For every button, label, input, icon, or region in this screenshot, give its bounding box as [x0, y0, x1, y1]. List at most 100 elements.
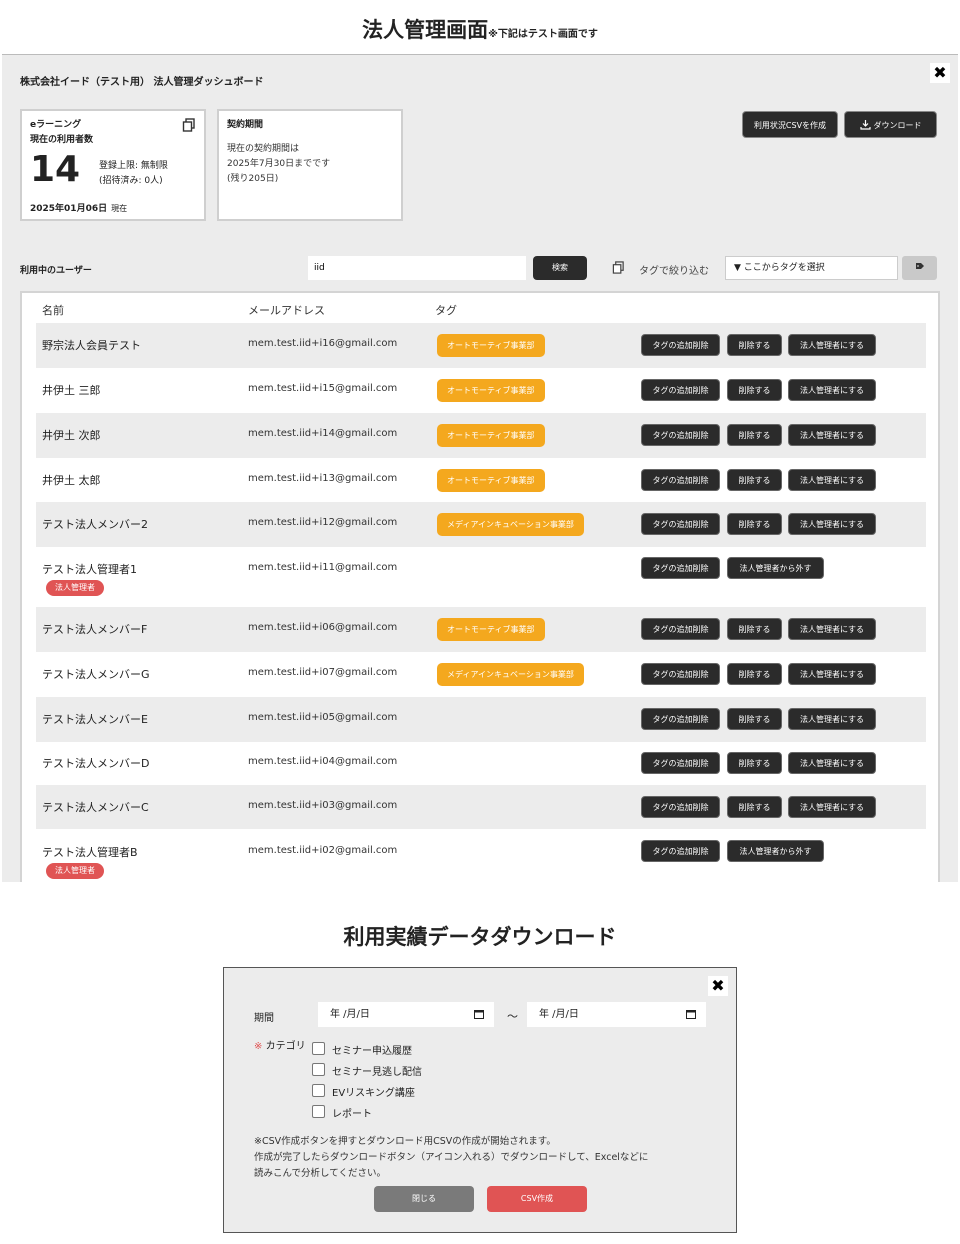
- page-header: 法人管理画面※下記はテスト画面です: [0, 14, 960, 44]
- close-icon[interactable]: ✖: [930, 63, 950, 83]
- tag-edit-button[interactable]: タグの追加削除: [641, 752, 720, 774]
- download-label: ダウンロード: [873, 121, 922, 130]
- make-admin-button[interactable]: 法人管理者にする: [788, 708, 876, 730]
- delete-button[interactable]: 削除する: [727, 663, 782, 685]
- tag-edit-button[interactable]: タグの追加削除: [641, 663, 720, 685]
- table-row: テスト法人メンバーD mem.test.iid+i04@gmail.com タグの追…: [36, 741, 926, 785]
- make-admin-button[interactable]: 法人管理者にする: [788, 379, 876, 401]
- table-header: 名前 メールアドレス タグ: [22, 293, 938, 323]
- tag-edit-button[interactable]: タグの追加削除: [641, 513, 720, 535]
- delete-button[interactable]: 削除する: [727, 618, 782, 640]
- table-row: テスト法人管理者B mem.test.iid+i02@gmail.com 法人管理者…: [36, 830, 926, 882]
- make-admin-button[interactable]: 法人管理者にする: [788, 663, 876, 685]
- make-admin-button[interactable]: 法人管理者にする: [788, 618, 876, 640]
- copy-icon[interactable]: [182, 118, 196, 132]
- download-section-title: 利用実績データダウンロード: [343, 925, 617, 949]
- registration-limit: 登録上限: 無制限: [99, 161, 168, 171]
- copy-icon[interactable]: [612, 261, 625, 274]
- category-checkbox[interactable]: [312, 1105, 325, 1118]
- tag-edit-button[interactable]: タグの追加削除: [641, 379, 720, 401]
- date-to-placeholder: 年 /月/日: [539, 1009, 579, 1020]
- header-email: メールアドレス: [248, 304, 325, 317]
- tag-filter-button[interactable]: [902, 256, 937, 280]
- users-table: 名前 メールアドレス タグ 野宗法人会員テスト mem.test.iid+i16@…: [20, 291, 940, 882]
- delete-button[interactable]: 削除する: [727, 334, 782, 356]
- user-tag: オートモーティブ事業部: [437, 379, 545, 402]
- user-email: mem.test.iid+i13@gmail.com: [248, 473, 398, 484]
- delete-button[interactable]: 削除する: [727, 469, 782, 491]
- tag-edit-button[interactable]: タグの追加削除: [641, 424, 720, 446]
- delete-button[interactable]: 削除する: [727, 424, 782, 446]
- invited-count: (招待済み: 0人): [99, 176, 163, 186]
- tag-edit-button[interactable]: タグの追加削除: [641, 469, 720, 491]
- elearning-label: eラーニング: [30, 120, 82, 130]
- make-admin-button[interactable]: 法人管理者にする: [788, 513, 876, 535]
- table-row: テスト法人メンバーC mem.test.iid+i03@gmail.com タグの追…: [36, 785, 926, 829]
- tag-filter-label: タグで絞り込む: [639, 266, 709, 277]
- tag-select[interactable]: ▼ ここからタグを選択: [725, 256, 898, 280]
- create-usage-csv-button[interactable]: 利用状況CSVを作成: [742, 111, 838, 138]
- range-separator: 〜: [507, 1010, 518, 1023]
- user-email: mem.test.iid+i16@gmail.com: [248, 338, 398, 349]
- tag-edit-button[interactable]: タグの追加削除: [641, 840, 720, 862]
- dashboard-modal: ✖ 株式会社イード（テスト用） 法人管理ダッシュボード eラーニング 現在の利用…: [2, 54, 958, 882]
- delete-button[interactable]: 削除する: [727, 708, 782, 730]
- make-admin-button[interactable]: 法人管理者にする: [788, 334, 876, 356]
- category-checkbox[interactable]: [312, 1063, 325, 1076]
- tag-edit-button[interactable]: タグの追加削除: [641, 708, 720, 730]
- user-name: テスト法人メンバー2: [42, 518, 148, 531]
- user-tag: メディアインキュベーション事業部: [437, 513, 584, 536]
- header-name: 名前: [42, 304, 64, 317]
- note-line-2: 作成が完了したらダウンロードボタン（アイコン入れる）でダウンロードして、Exce…: [254, 1152, 649, 1163]
- user-email: mem.test.iid+i06@gmail.com: [248, 622, 398, 633]
- table-row: 井伊土 太郎 mem.test.iid+i13@gmail.com オートモーティブ…: [36, 458, 926, 503]
- user-name: テスト法人メンバーG: [42, 668, 150, 681]
- category-option-label: EVリスキング講座: [332, 1088, 415, 1099]
- page-title-note: ※下記はテスト画面です: [488, 29, 598, 40]
- make-admin-button[interactable]: 法人管理者にする: [788, 752, 876, 774]
- category-checkbox[interactable]: [312, 1084, 325, 1097]
- table-row: テスト法人管理者1 mem.test.iid+i11@gmail.com 法人管理者…: [36, 547, 926, 607]
- delete-button[interactable]: 削除する: [727, 752, 782, 774]
- tag-edit-button[interactable]: タグの追加削除: [641, 557, 720, 579]
- remove-admin-button[interactable]: 法人管理者から外す: [727, 557, 824, 579]
- contract-line-1: 現在の契約期間は: [227, 144, 300, 154]
- user-name: 野宗法人会員テスト: [42, 339, 141, 352]
- make-admin-button[interactable]: 法人管理者にする: [788, 796, 876, 818]
- remove-admin-button[interactable]: 法人管理者から外す: [727, 840, 824, 862]
- contract-card: 契約期間 現在の契約期間は 2025年7月30日までです (残り205日): [217, 109, 403, 221]
- tag-edit-button[interactable]: タグの追加削除: [641, 334, 720, 356]
- make-admin-button[interactable]: 法人管理者にする: [788, 424, 876, 446]
- table-row: テスト法人メンバーF mem.test.iid+i06@gmail.com オートモ…: [36, 607, 926, 652]
- close-button[interactable]: 閉じる: [374, 1186, 474, 1212]
- create-csv-button[interactable]: CSV作成: [487, 1186, 587, 1212]
- download-modal: ✖ 期間 年 /月/日 〜 年 /月/日 ※ カテゴリ セミナー申込履歴 セミナー…: [223, 967, 737, 1233]
- close-icon[interactable]: ✖: [708, 976, 728, 996]
- user-count: 14: [30, 149, 81, 190]
- contract-line-2: 2025年7月30日までです: [227, 159, 331, 169]
- category-option-label: レポート: [332, 1109, 372, 1120]
- search-button[interactable]: 検索: [533, 256, 587, 280]
- user-email: mem.test.iid+i15@gmail.com: [248, 383, 398, 394]
- search-input[interactable]: [308, 256, 526, 280]
- category-option-label: セミナー申込履歴: [332, 1046, 412, 1057]
- date-from-input[interactable]: 年 /月/日: [318, 1002, 494, 1027]
- contract-line-3: (残り205日): [227, 174, 279, 184]
- calendar-icon[interactable]: [474, 1009, 484, 1019]
- category-checkbox[interactable]: [312, 1042, 325, 1055]
- date-to-input[interactable]: 年 /月/日: [527, 1002, 706, 1027]
- table-row: テスト法人メンバー2 mem.test.iid+i12@gmail.com メディア…: [36, 502, 926, 547]
- download-icon: [859, 120, 871, 130]
- download-button[interactable]: ダウンロード: [844, 111, 937, 138]
- tag-edit-button[interactable]: タグの追加削除: [641, 796, 720, 818]
- calendar-icon[interactable]: [686, 1009, 696, 1019]
- delete-button[interactable]: 削除する: [727, 513, 782, 535]
- table-row: 野宗法人会員テスト mem.test.iid+i16@gmail.com オートモー…: [36, 323, 926, 368]
- tag-edit-button[interactable]: タグの追加削除: [641, 618, 720, 640]
- user-name: 井伊土 太郎: [42, 474, 101, 487]
- user-email: mem.test.iid+i04@gmail.com: [248, 756, 398, 767]
- delete-button[interactable]: 削除する: [727, 379, 782, 401]
- delete-button[interactable]: 削除する: [727, 796, 782, 818]
- make-admin-button[interactable]: 法人管理者にする: [788, 469, 876, 491]
- header-tag: タグ: [435, 304, 457, 317]
